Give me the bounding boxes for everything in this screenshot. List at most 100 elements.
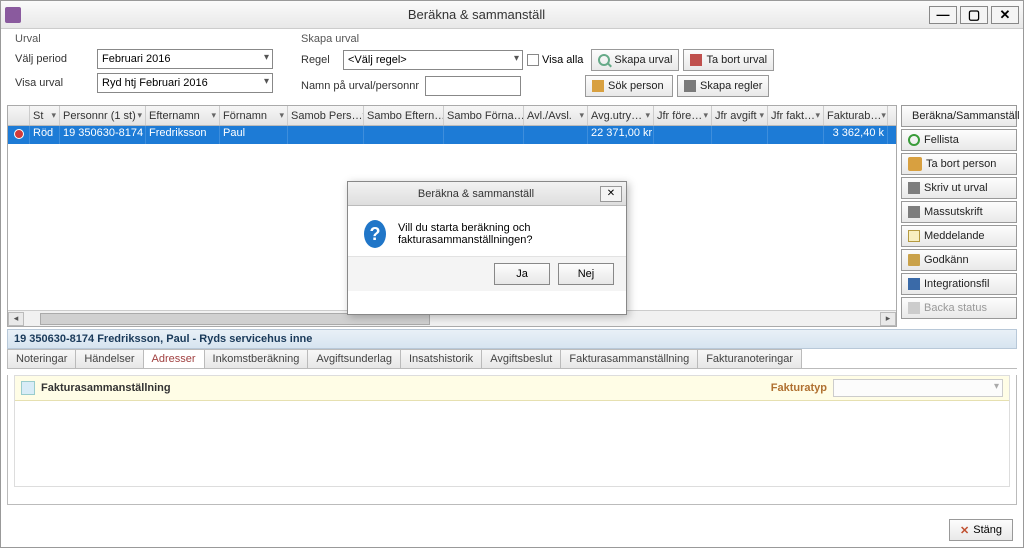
- dialog-close-button[interactable]: ✕: [600, 186, 622, 202]
- scroll-left-arrow[interactable]: ◂: [8, 312, 24, 326]
- status-dot-icon: [14, 129, 24, 139]
- fakturatyp-combo[interactable]: [833, 379, 1003, 397]
- godkann-button[interactable]: Godkänn: [901, 249, 1017, 271]
- close-icon: ✕: [960, 524, 969, 537]
- gear-icon: [684, 80, 696, 92]
- detail-inner-panel: Fakturasammanställning Fakturatyp: [14, 375, 1010, 487]
- period-label: Välj period: [15, 53, 93, 65]
- ta-bort-person-button[interactable]: Ta bort person: [901, 153, 1017, 175]
- tab-avgiftsunderlag[interactable]: Avgiftsunderlag: [307, 349, 401, 368]
- tab-inkomstberakning[interactable]: Inkomstberäkning: [204, 349, 309, 368]
- berakna-sammanstall-button[interactable]: Beräkna/Sammanställ: [901, 105, 1017, 127]
- stang-button[interactable]: ✕Stäng: [949, 519, 1013, 541]
- person-remove-icon: [908, 157, 922, 171]
- tab-fakturanoteringar[interactable]: Fakturanoteringar: [697, 349, 802, 368]
- namn-input[interactable]: [425, 76, 521, 96]
- grid-header-avl-avsl[interactable]: Avl./Avsl.▾: [524, 106, 588, 125]
- visa-urval-combo[interactable]: Ryd htj Februari 2016: [97, 73, 273, 93]
- massutskrift-button[interactable]: Massutskrift: [901, 201, 1017, 223]
- detail-tabs: Noteringar Händelser Adresser Inkomstber…: [7, 349, 1017, 369]
- meddelande-button[interactable]: Meddelande: [901, 225, 1017, 247]
- person-icon: [592, 80, 604, 92]
- visa-urval-label: Visa urval: [15, 77, 93, 89]
- period-combo[interactable]: Februari 2016: [97, 49, 273, 69]
- fellista-button[interactable]: Fellista: [901, 129, 1017, 151]
- backa-status-button[interactable]: Backa status: [901, 297, 1017, 319]
- fakturatyp-label: Fakturatyp: [771, 382, 827, 394]
- dialog-title: Beräkna & sammanställ: [352, 188, 600, 200]
- titlebar: Beräkna & sammanställ — ▢ ✕: [1, 1, 1023, 29]
- dialog-nej-button[interactable]: Nej: [558, 263, 614, 285]
- printer-icon: [908, 182, 920, 194]
- dialog-footer: Ja Nej: [348, 256, 626, 291]
- cell-personnr: 19 350630-8174: [60, 126, 146, 144]
- regel-combo[interactable]: <Välj regel>: [343, 50, 523, 70]
- side-button-panel: Beräkna/Sammanställ Fellista Ta bort per…: [901, 105, 1017, 327]
- grid-header-fakturab[interactable]: Fakturab…▾: [824, 106, 888, 125]
- grid-header-marker[interactable]: [8, 106, 30, 125]
- tab-fakturasammanstallning[interactable]: Fakturasammanställning: [560, 349, 698, 368]
- printer-icon: [908, 206, 920, 218]
- detail-header: 19 350630-8174 Fredriksson, Paul - Ryds …: [7, 329, 1017, 349]
- confirm-dialog: Beräkna & sammanställ ✕ ? Vill du starta…: [347, 181, 627, 315]
- tab-noteringar[interactable]: Noteringar: [7, 349, 76, 368]
- grid-header-row: St▾ Personnr (1 st)▾ Efternamn▾ Förnamn▾…: [8, 106, 896, 126]
- integrationsfil-button[interactable]: Integrationsfil: [901, 273, 1017, 295]
- sok-person-button[interactable]: Sök person: [585, 75, 673, 97]
- tab-avgiftsbeslut[interactable]: Avgiftsbeslut: [481, 349, 561, 368]
- namn-label: Namn på urval/personnr: [301, 80, 421, 92]
- tab-adresser[interactable]: Adresser: [143, 349, 205, 368]
- ta-bort-urval-button[interactable]: Ta bort urval: [683, 49, 774, 71]
- detail-section-header: Fakturasammanställning Fakturatyp: [15, 376, 1009, 401]
- cell-efternamn: Fredriksson: [146, 126, 220, 144]
- cell-avg-utry: 22 371,00 kr: [588, 126, 654, 144]
- trash-icon: [690, 54, 702, 66]
- app-icon: [5, 7, 21, 23]
- cell-status: Röd: [30, 126, 60, 144]
- skapa-urval-fieldset: Skapa urval Regel <Välj regel> Visa alla…: [295, 33, 1015, 103]
- visa-alla-checkbox[interactable]: Visa alla: [527, 54, 583, 66]
- lock-icon: [908, 254, 920, 266]
- grid-header-jfr-avgift[interactable]: Jfr avgift▾: [712, 106, 768, 125]
- dialog-text: Vill du starta beräkning och fakturasamm…: [398, 222, 610, 246]
- integration-icon: [908, 278, 920, 290]
- tab-handelser[interactable]: Händelser: [75, 349, 143, 368]
- regel-label: Regel: [301, 54, 339, 66]
- urval-fieldset: Urval Välj period Februari 2016 Visa urv…: [9, 33, 279, 103]
- skapa-regler-button[interactable]: Skapa regler: [677, 75, 769, 97]
- close-window-button[interactable]: ✕: [991, 6, 1019, 24]
- urval-legend: Urval: [15, 33, 273, 45]
- grid-header-avg-utry[interactable]: Avg.utry…▾: [588, 106, 654, 125]
- cell-fornamn: Paul: [220, 126, 288, 144]
- grid-header-efternamn[interactable]: Efternamn▾: [146, 106, 220, 125]
- minimize-button[interactable]: —: [929, 6, 957, 24]
- grid-header-sambo-eftern[interactable]: Sambo Eftern…▾: [364, 106, 444, 125]
- cell-fakturab: 3 362,40 k: [824, 126, 888, 144]
- grid-header-status[interactable]: St▾: [30, 106, 60, 125]
- grid-header-fornamn[interactable]: Förnamn▾: [220, 106, 288, 125]
- dialog-titlebar: Beräkna & sammanställ ✕: [348, 182, 626, 206]
- dialog-ja-button[interactable]: Ja: [494, 263, 550, 285]
- maximize-button[interactable]: ▢: [960, 6, 988, 24]
- top-form-area: Urval Välj period Februari 2016 Visa urv…: [1, 29, 1023, 103]
- window-title: Beräkna & sammanställ: [27, 7, 926, 22]
- skriv-ut-urval-button[interactable]: Skriv ut urval: [901, 177, 1017, 199]
- question-icon: ?: [364, 220, 386, 248]
- grid-header-samob-pers[interactable]: Samob Pers…▾: [288, 106, 364, 125]
- tab-insatshistorik[interactable]: Insatshistorik: [400, 349, 482, 368]
- grid-header-jfr-fakt[interactable]: Jfr fakt…▾: [768, 106, 824, 125]
- mail-icon: [908, 230, 920, 242]
- scroll-right-arrow[interactable]: ▸: [880, 312, 896, 326]
- detail-body: Fakturasammanställning Fakturatyp: [7, 375, 1017, 505]
- table-row[interactable]: Röd 19 350630-8174 Fredriksson Paul 22 3…: [8, 126, 896, 144]
- grid-header-jfr-fore[interactable]: Jfr före…▾: [654, 106, 712, 125]
- main-window: Beräkna & sammanställ — ▢ ✕ Urval Välj p…: [0, 0, 1024, 548]
- document-icon: [21, 381, 35, 395]
- detail-section-title: Fakturasammanställning: [41, 382, 171, 394]
- skapa-urval-button[interactable]: Skapa urval: [591, 49, 679, 71]
- skapa-urval-legend: Skapa urval: [301, 33, 1009, 45]
- grid-header-sambo-forna[interactable]: Sambo Förna…▾: [444, 106, 524, 125]
- dialog-body: ? Vill du starta beräkning och fakturasa…: [348, 206, 626, 256]
- footer: ✕Stäng: [949, 519, 1013, 541]
- grid-header-personnr[interactable]: Personnr (1 st)▾: [60, 106, 146, 125]
